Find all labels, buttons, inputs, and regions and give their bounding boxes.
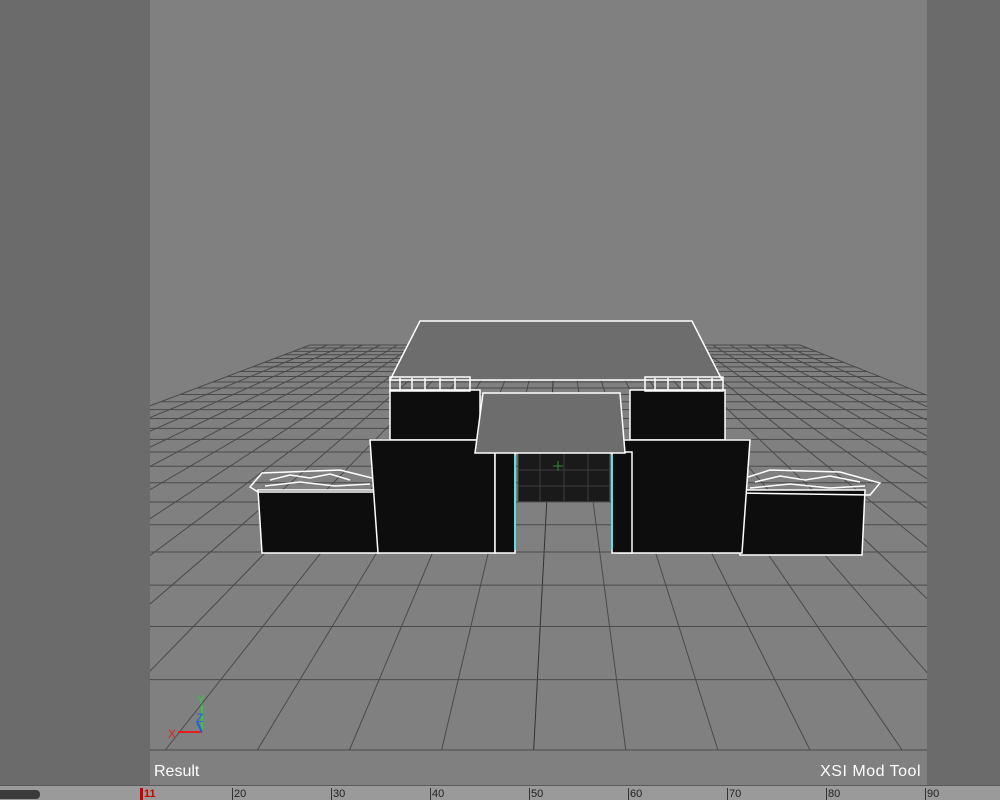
right-wing-wall — [739, 489, 866, 556]
timeline-tick: 50 — [529, 788, 544, 800]
back-left-wall — [389, 389, 481, 441]
axis-x-label: X — [168, 727, 176, 741]
left-pillar — [494, 451, 516, 554]
axis-z-label: Z — [196, 711, 203, 725]
axis-gizmo: Y X Z — [168, 693, 205, 741]
timeline-tick: 70 — [727, 788, 742, 800]
timeline-playhead[interactable]: 11 — [140, 788, 156, 800]
axis-y-label: Y — [197, 693, 205, 707]
left-wing-wall — [257, 489, 381, 554]
viewport-mode-label: Result — [154, 763, 200, 780]
timeline-tick: 30 — [331, 788, 346, 800]
3d-viewport[interactable]: Y X Z Result XSI Mod Tool — [150, 0, 927, 785]
gate-roof — [474, 392, 626, 454]
back-roof — [388, 320, 724, 381]
timeline-tick: 40 — [430, 788, 445, 800]
app-name-label: XSI Mod Tool — [820, 763, 921, 780]
front-right-block — [617, 439, 751, 554]
left-panel — [0, 0, 150, 785]
left-wing-trim — [248, 469, 381, 493]
timeline-tick: 80 — [826, 788, 841, 800]
timeline-scroll-handle[interactable] — [0, 790, 40, 799]
current-frame: 11 — [144, 788, 156, 800]
back-right-wall — [629, 389, 726, 441]
timeline-tick: 60 — [628, 788, 643, 800]
viewport-scene: Y X Z — [150, 320, 927, 751]
right-panel — [927, 0, 1000, 785]
front-left-block — [369, 439, 496, 554]
timeline-tick: 20 — [232, 788, 247, 800]
timeline-bar[interactable]: 11 20 30 40 50 60 70 80 90 — [0, 785, 1000, 800]
timeline-tick: 90 — [925, 788, 940, 800]
right-pillar — [611, 451, 633, 554]
